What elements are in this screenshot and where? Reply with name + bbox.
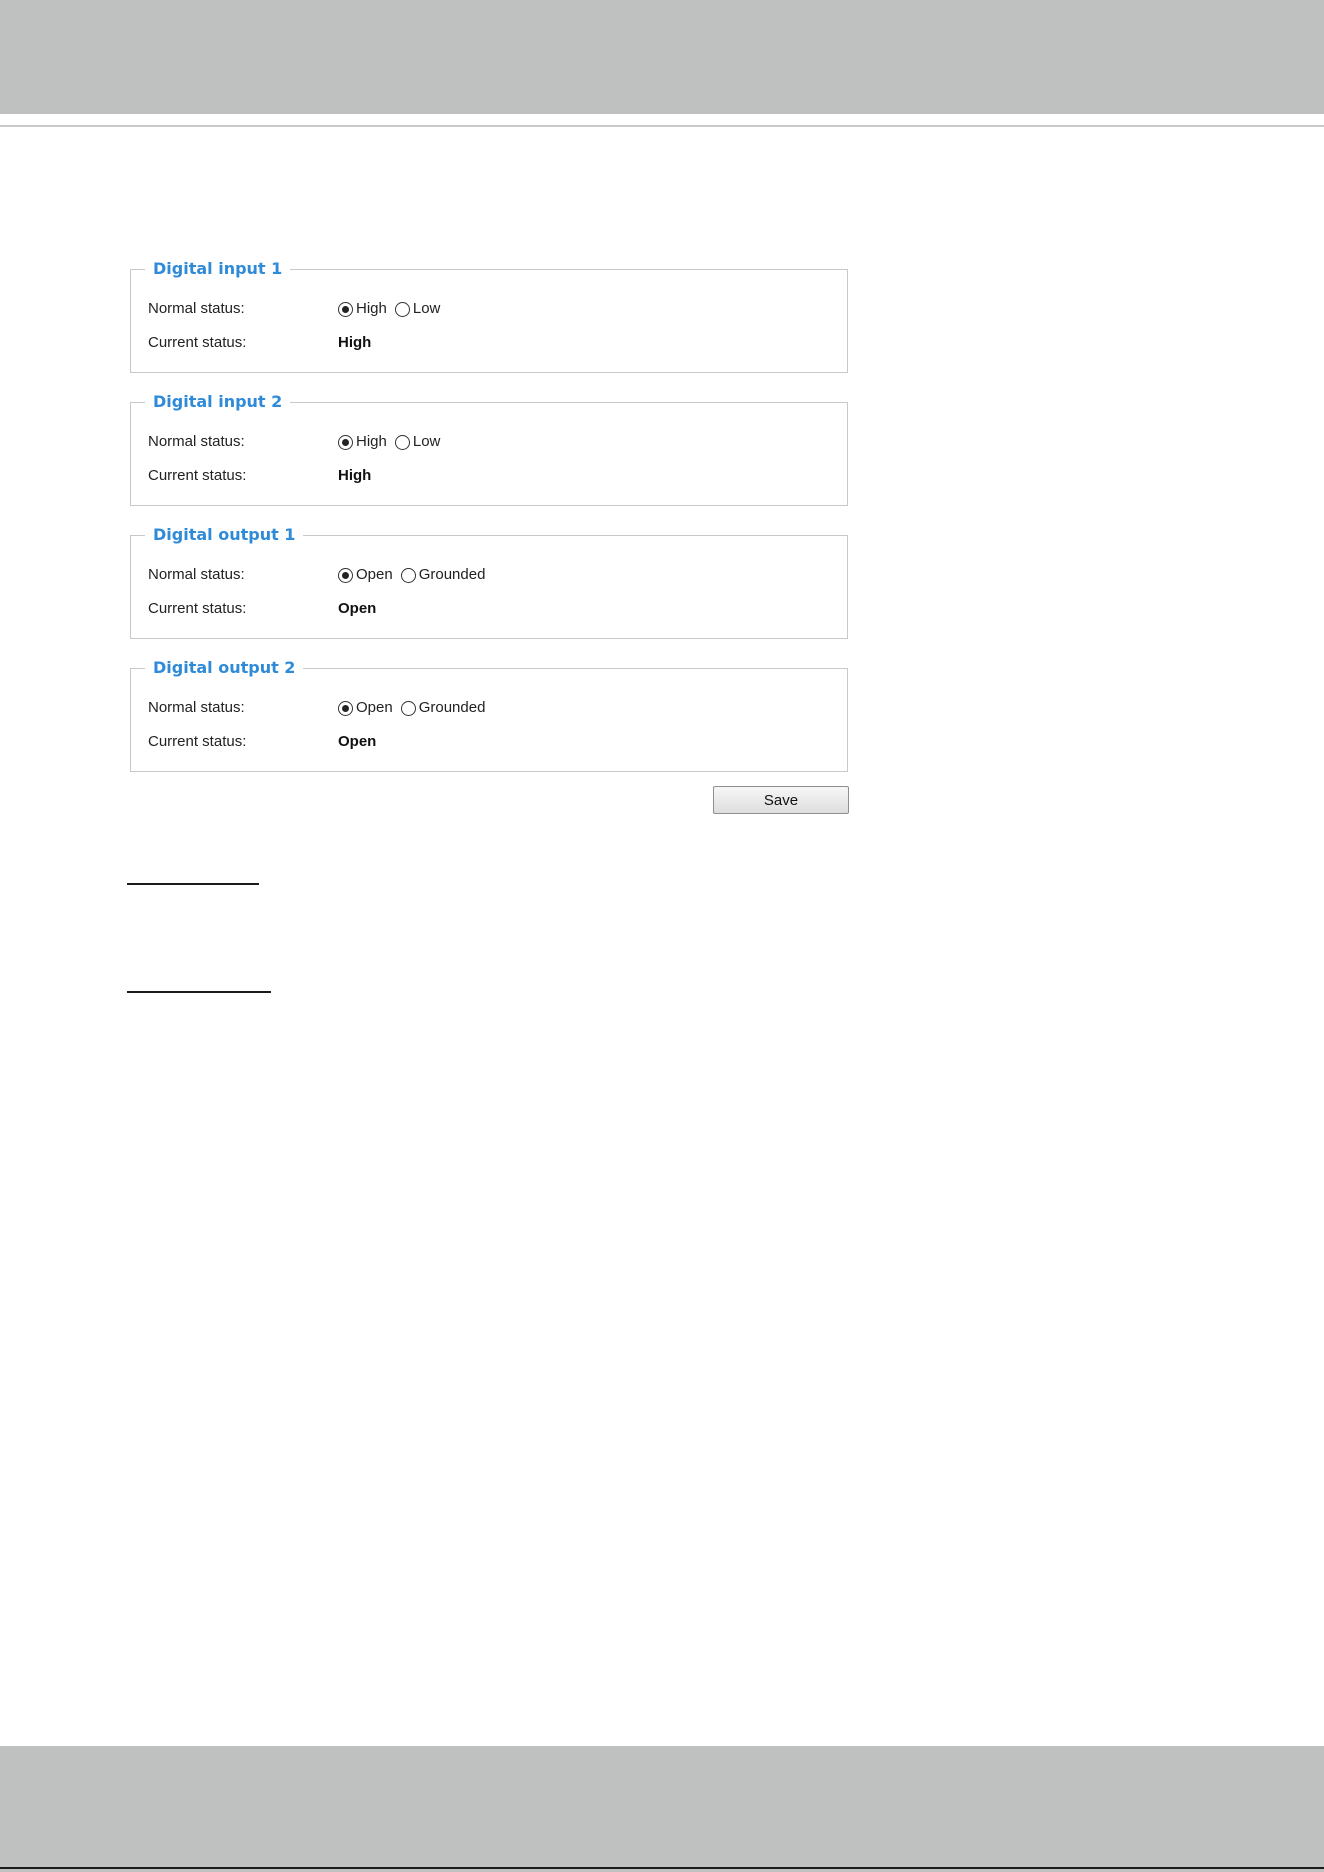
radio-label: Low — [412, 433, 441, 450]
normal-status-options: Open Grounded — [338, 698, 489, 718]
radio-high[interactable]: High — [338, 432, 387, 452]
section-underline — [127, 883, 259, 885]
current-status-value: Open — [338, 733, 377, 750]
current-status-label: Current status: — [148, 467, 247, 484]
section-underline — [127, 991, 271, 993]
panel-title: Digital output 2 — [145, 657, 304, 679]
radio-open[interactable]: Open — [338, 565, 393, 585]
save-button[interactable]: Save — [713, 786, 849, 814]
normal-status-label: Normal status: — [148, 566, 245, 583]
panel-title: Digital output 1 — [145, 524, 304, 546]
panel-digital-output-1: Digital output 1 Normal status: Open Gro… — [130, 524, 848, 639]
normal-status-options: High Low — [338, 432, 444, 452]
current-status-value: Open — [338, 600, 377, 617]
radio-unchecked-icon[interactable] — [394, 301, 410, 317]
header-divider — [0, 125, 1324, 127]
radio-label: High — [356, 433, 387, 450]
radio-grounded[interactable]: Grounded — [400, 565, 486, 585]
panel-digital-input-1: Digital input 1 Normal status: High Low … — [130, 258, 848, 373]
radio-checked-icon[interactable] — [338, 567, 353, 583]
radio-high[interactable]: High — [338, 299, 387, 319]
radio-label: Open — [356, 699, 393, 716]
panel-digital-input-2: Digital input 2 Normal status: High Low … — [130, 391, 848, 506]
radio-unchecked-icon[interactable] — [400, 567, 416, 583]
page-header-band — [0, 0, 1324, 114]
radio-checked-icon[interactable] — [338, 434, 353, 450]
current-status-label: Current status: — [148, 733, 247, 750]
radio-label: High — [356, 300, 387, 317]
radio-label: Grounded — [418, 566, 486, 583]
radio-unchecked-icon[interactable] — [394, 434, 410, 450]
normal-status-label: Normal status: — [148, 433, 245, 450]
radio-label: Low — [412, 300, 441, 317]
radio-grounded[interactable]: Grounded — [400, 698, 486, 718]
current-status-value: High — [338, 467, 372, 484]
radio-label: Grounded — [418, 699, 486, 716]
normal-status-options: Open Grounded — [338, 565, 489, 585]
page-footer-band — [0, 1746, 1324, 1872]
radio-checked-icon[interactable] — [338, 700, 353, 716]
radio-unchecked-icon[interactable] — [400, 700, 416, 716]
radio-label: Open — [356, 566, 393, 583]
radio-low[interactable]: Low — [394, 299, 441, 319]
panel-title: Digital input 2 — [145, 391, 291, 413]
current-status-value: High — [338, 334, 372, 351]
panel-title: Digital input 1 — [145, 258, 291, 280]
normal-status-label: Normal status: — [148, 699, 245, 716]
radio-checked-icon[interactable] — [338, 301, 353, 317]
radio-low[interactable]: Low — [394, 432, 441, 452]
current-status-label: Current status: — [148, 334, 247, 351]
footer-divider — [0, 1867, 1324, 1869]
panel-digital-output-2: Digital output 2 Normal status: Open Gro… — [130, 657, 848, 772]
radio-open[interactable]: Open — [338, 698, 393, 718]
current-status-label: Current status: — [148, 600, 247, 617]
normal-status-label: Normal status: — [148, 300, 245, 317]
normal-status-options: High Low — [338, 299, 444, 319]
